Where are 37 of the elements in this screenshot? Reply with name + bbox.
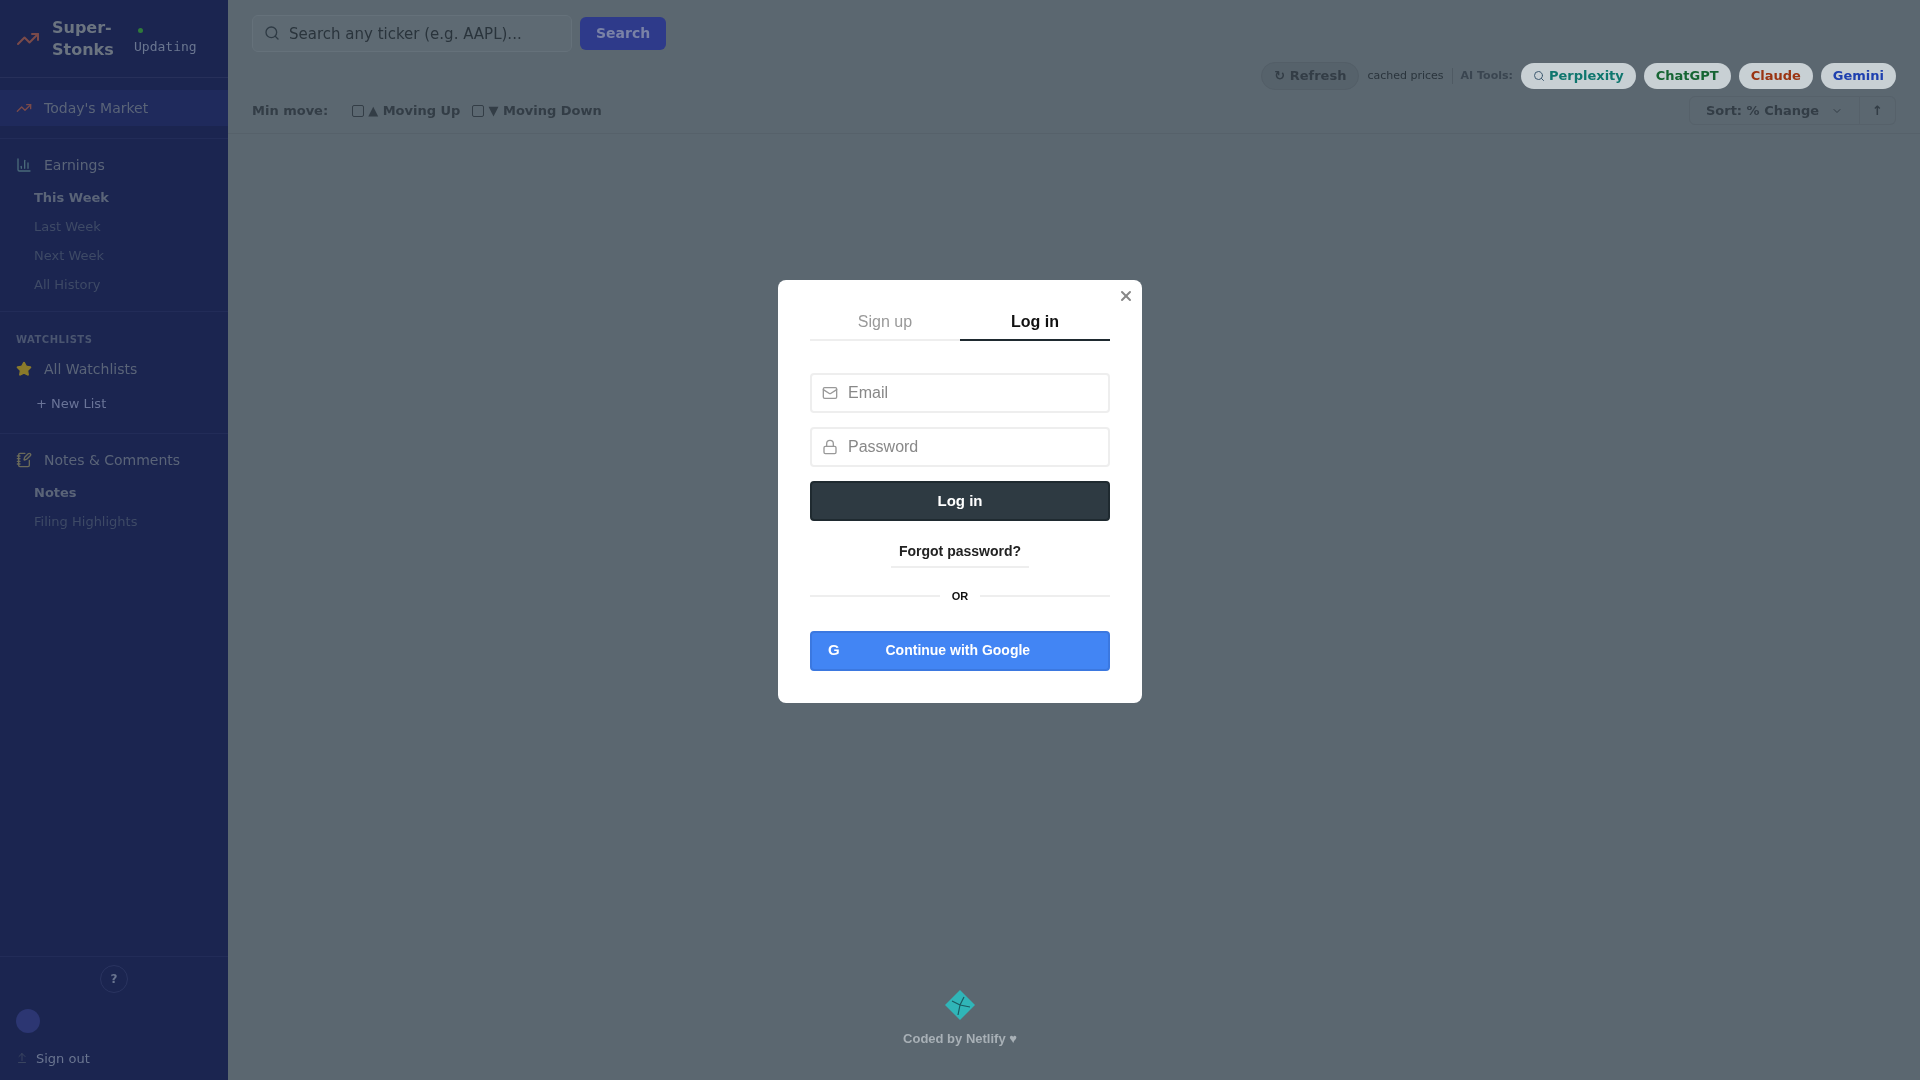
nav-item[interactable]: Today's Market	[0, 90, 228, 126]
forgot-password-link[interactable]: Forgot password?	[890, 541, 1030, 568]
login-button[interactable]: Log in	[810, 481, 1110, 521]
nav-subitem[interactable]: This Week	[0, 183, 228, 212]
search-button[interactable]: Search	[580, 17, 667, 50]
magnifier-icon	[1532, 70, 1545, 82]
dialog-tab[interactable]: Log in	[960, 304, 1110, 341]
notepad-icon	[16, 452, 32, 468]
nav-item[interactable]: Earnings	[0, 147, 228, 183]
sort-direction-button[interactable]: ↑	[1860, 96, 1896, 125]
diamond-logo-icon	[944, 988, 976, 1021]
app-title: Super-Stonks	[52, 16, 115, 61]
nav-item[interactable]: All Watchlists	[0, 351, 228, 387]
status-text: Updating	[134, 38, 197, 57]
dialog-tab[interactable]: Sign up	[810, 304, 960, 341]
google-letter-icon: G	[828, 639, 840, 662]
footer-credit: Coded by Netlify ♥	[903, 1029, 1017, 1048]
sign-out-button[interactable]: Sign out	[16, 1048, 228, 1068]
ai-tool-chip[interactable]: Claude	[1738, 63, 1813, 89]
email-field[interactable]: Email	[810, 373, 1110, 413]
nav-subitem[interactable]: Notes	[0, 478, 228, 507]
close-icon	[1118, 288, 1134, 304]
eject-icon	[16, 1052, 28, 1065]
bar-chart-icon	[16, 157, 32, 173]
nav-item[interactable]: Notes & Comments	[0, 442, 228, 478]
star-icon	[16, 361, 32, 377]
envelope-icon	[822, 385, 838, 401]
search-icon	[264, 25, 280, 41]
password-field[interactable]: Password	[810, 427, 1110, 467]
ai-tool-chip[interactable]: Gemini	[1820, 63, 1896, 89]
ai-tool-chip[interactable]: ChatGPT	[1643, 63, 1731, 89]
ai-tool-chip[interactable]: Perplexity	[1520, 63, 1636, 89]
new-list-link[interactable]: + New List	[0, 387, 228, 421]
google-button[interactable]: G Continue with Google	[810, 630, 1110, 671]
or-divider: OR	[951, 589, 969, 604]
close-button[interactable]	[1118, 288, 1134, 304]
padlock-icon	[822, 439, 838, 455]
